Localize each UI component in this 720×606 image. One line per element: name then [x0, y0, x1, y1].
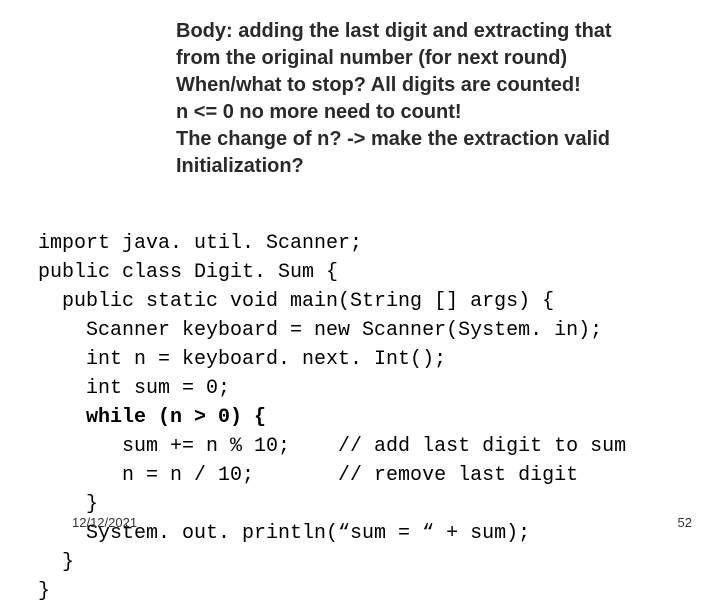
code-line-13: } — [38, 580, 50, 603]
annotation-line-4: n <= 0 no more need to count! — [176, 99, 612, 126]
code-line-10: } — [38, 493, 98, 516]
code-line-9: n = n / 10; // remove last digit — [38, 464, 578, 487]
code-line-7-while: while (n > 0) { — [86, 406, 266, 429]
code-line-8: sum += n % 10; // add last digit to sum — [38, 435, 626, 458]
annotation-line-2: from the original number (for next round… — [176, 45, 612, 72]
annotation-block: Body: adding the last digit and extracti… — [176, 18, 612, 180]
footer-page-number: 52 — [678, 515, 692, 530]
footer-date: 12/12/2021 — [72, 515, 137, 530]
code-line-7-indent — [38, 406, 86, 429]
code-line-4: Scanner keyboard = new Scanner(System. i… — [38, 319, 602, 342]
annotation-line-6: Initialization? — [176, 153, 612, 180]
code-line-12: } — [38, 551, 74, 574]
code-line-5: int n = keyboard. next. Int(); — [38, 348, 446, 371]
code-block: import java. util. Scanner; public class… — [38, 200, 626, 606]
code-line-3: public static void main(String [] args) … — [38, 290, 554, 313]
annotation-line-3: When/what to stop? All digits are counte… — [176, 72, 612, 99]
annotation-line-5: The change of n? -> make the extraction … — [176, 126, 612, 153]
code-line-2: public class Digit. Sum { — [38, 261, 338, 284]
code-line-6: int sum = 0; — [38, 377, 230, 400]
code-line-1: import java. util. Scanner; — [38, 232, 362, 255]
annotation-line-1: Body: adding the last digit and extracti… — [176, 18, 612, 45]
